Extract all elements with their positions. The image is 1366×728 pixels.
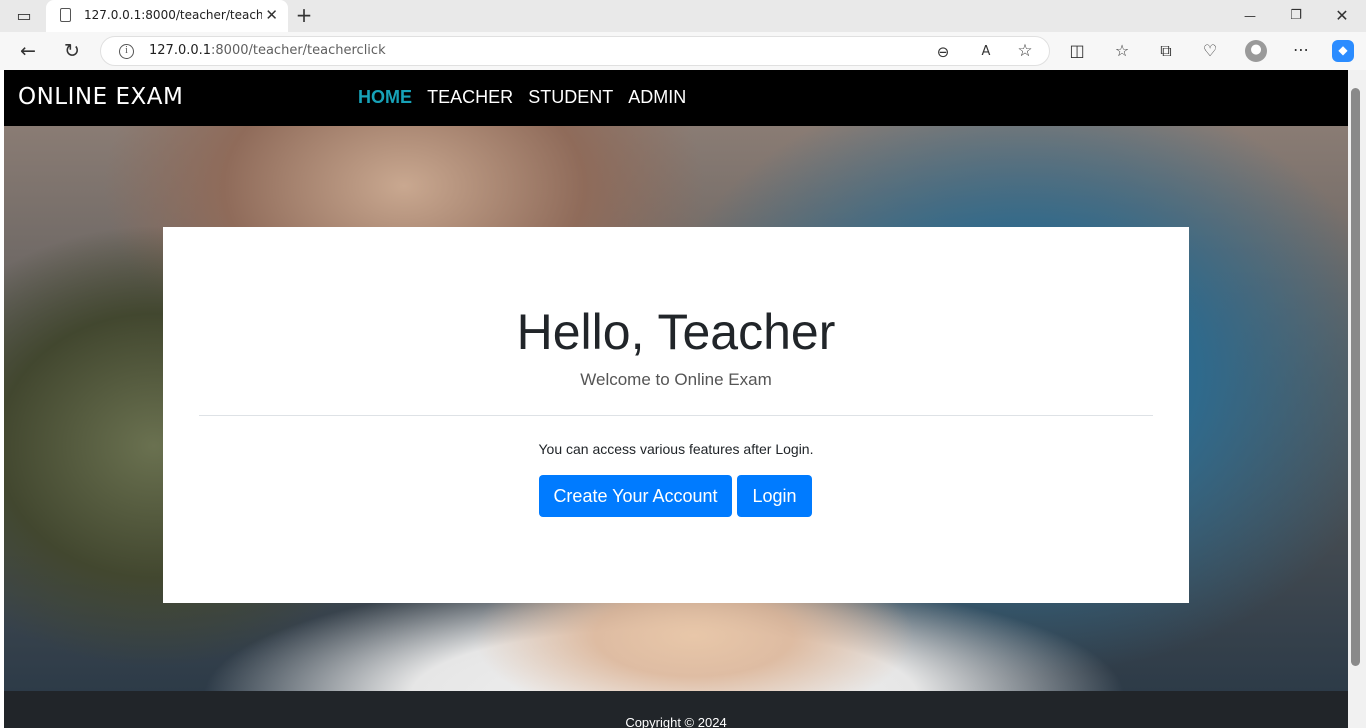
favorites-icon[interactable]: ☆ — [1112, 41, 1132, 61]
reload-icon[interactable]: ↻ — [61, 41, 83, 61]
site-info-icon[interactable]: i — [119, 44, 134, 59]
tab-close-icon[interactable]: ✕ — [265, 6, 278, 24]
tab-title: 127.0.0.1:8000/teacher/teacherclick — [84, 8, 262, 22]
minimize-button[interactable]: — — [1240, 6, 1260, 26]
welcome-subtitle: Welcome to Online Exam — [580, 370, 772, 389]
nav-student[interactable]: STUDENT — [528, 87, 613, 107]
copilot-icon[interactable]: ◆ — [1332, 40, 1354, 62]
brand-logo[interactable]: ONLINE EXAM — [18, 84, 183, 110]
new-tab-button[interactable]: + — [294, 5, 314, 25]
url-path: :8000/teacher/teacherclick — [211, 43, 386, 58]
restore-button[interactable]: ❐ — [1286, 6, 1306, 26]
back-icon[interactable]: ← — [17, 41, 39, 61]
nav-teacher[interactable]: TEACHER — [427, 87, 513, 107]
url-text[interactable]: 127.0.0.1:8000/teacher/teacherclick — [149, 43, 386, 58]
split-screen-icon[interactable]: ◫ — [1067, 41, 1087, 61]
browser-chrome: ▭ 127.0.0.1:8000/teacher/teacherclick ✕ … — [0, 0, 1366, 70]
browser-tab[interactable]: 127.0.0.1:8000/teacher/teacherclick ✕ — [46, 0, 288, 32]
divider — [199, 415, 1153, 416]
close-window-button[interactable]: ✕ — [1332, 6, 1352, 26]
zoom-out-icon[interactable]: ⊖ — [933, 42, 953, 62]
info-text: You can access various features after Lo… — [538, 441, 814, 457]
settings-more-icon[interactable]: ⋯ — [1290, 40, 1312, 60]
navbar: ONLINE EXAM HOME TEACHER STUDENT ADMIN — [4, 70, 1348, 126]
page-viewport: ONLINE EXAM HOME TEACHER STUDENT ADMIN H… — [4, 70, 1348, 728]
nav-admin[interactable]: ADMIN — [628, 87, 686, 107]
nav-home[interactable]: HOME — [358, 87, 412, 107]
read-aloud-icon[interactable]: A — [975, 42, 997, 62]
nav-links: HOME TEACHER STUDENT ADMIN — [358, 87, 696, 108]
tab-actions-icon[interactable]: ▭ — [14, 6, 34, 26]
tab-strip: ▭ 127.0.0.1:8000/teacher/teacherclick ✕ … — [0, 0, 1366, 32]
favorite-star-icon[interactable]: ☆ — [1015, 41, 1035, 61]
page-title: Hello, Teacher — [516, 304, 836, 360]
footer: Copyright © 2024 — [4, 691, 1348, 728]
page-icon — [60, 8, 71, 22]
collections-icon[interactable]: ⧉ — [1156, 41, 1176, 61]
copyright-text: Copyright © 2024 — [625, 715, 727, 728]
login-button[interactable]: Login — [737, 475, 812, 517]
url-host: 127.0.0.1 — [149, 43, 212, 58]
welcome-card: Hello, Teacher Welcome to Online Exam Yo… — [163, 227, 1189, 603]
profile-avatar-icon[interactable]: ● — [1245, 40, 1267, 62]
hero-background-image: Hello, Teacher Welcome to Online Exam Yo… — [4, 126, 1348, 691]
scrollbar-thumb[interactable] — [1351, 88, 1360, 666]
browser-essentials-icon[interactable]: ♡ — [1200, 41, 1220, 61]
create-account-button[interactable]: Create Your Account — [539, 475, 732, 517]
address-bar[interactable]: i 127.0.0.1:8000/teacher/teacherclick ⊖ … — [100, 36, 1050, 66]
